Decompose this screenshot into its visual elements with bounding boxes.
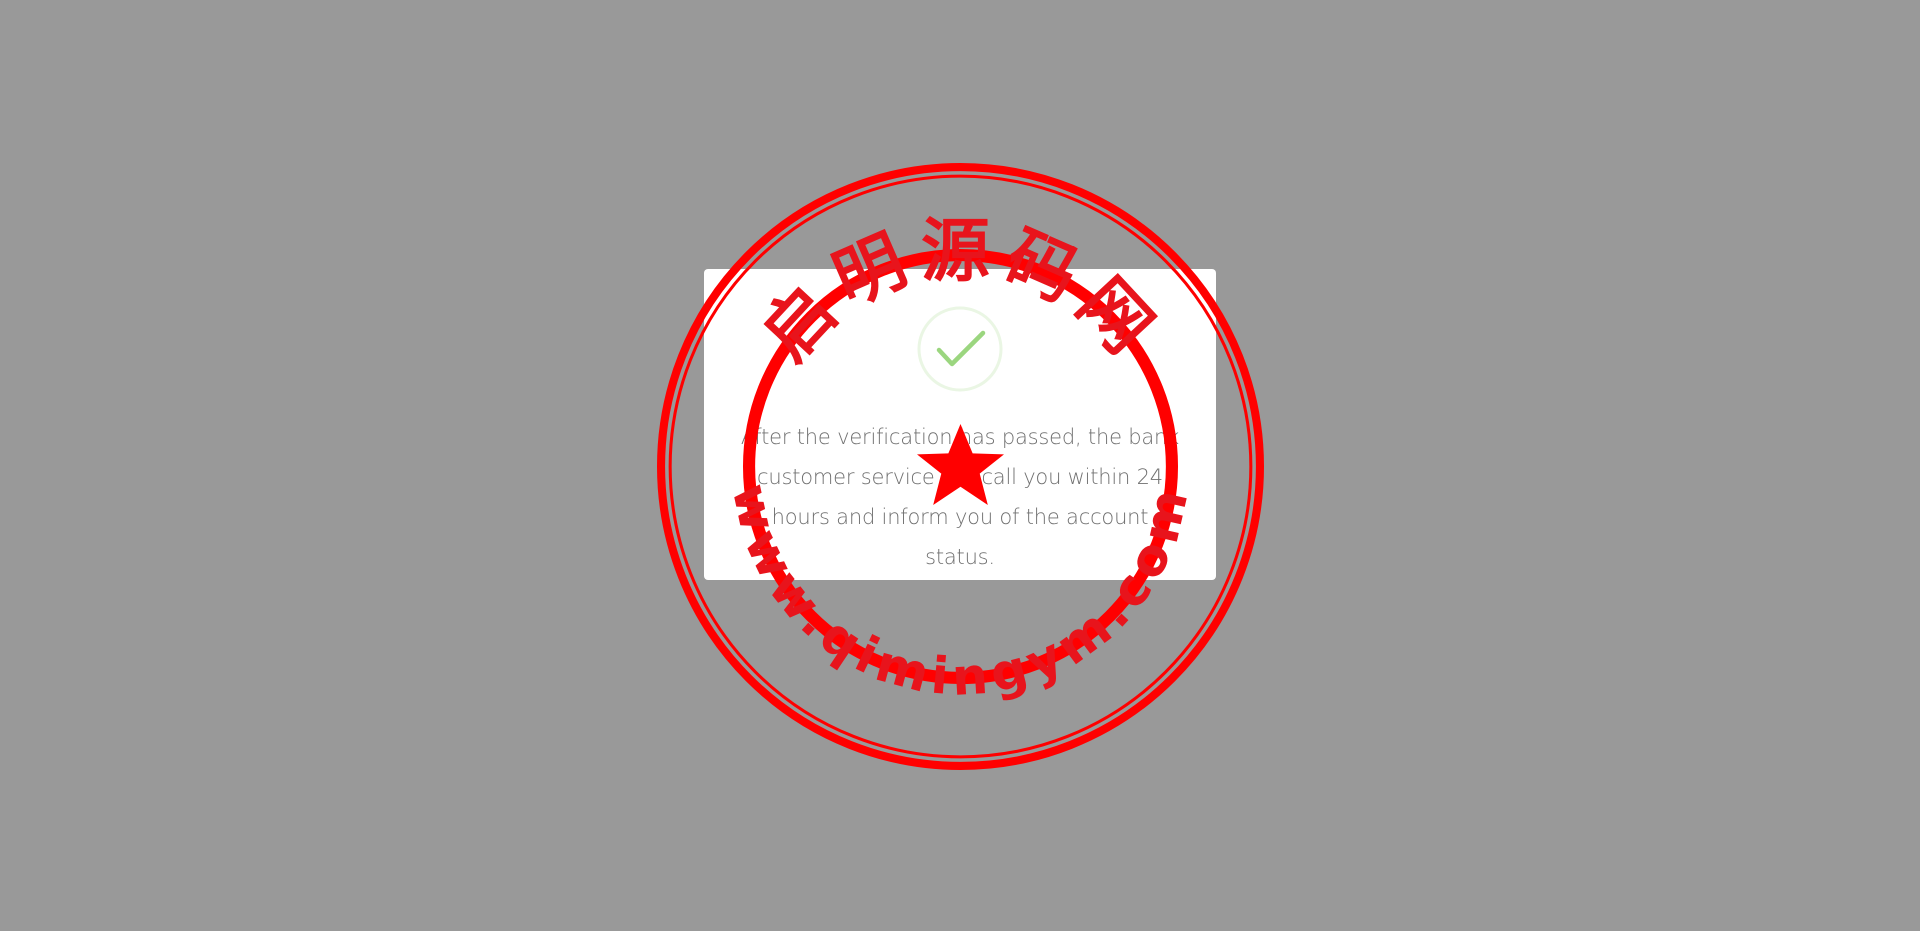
dialog-message: After the verification has passed, the b…: [740, 425, 1180, 569]
success-dialog: After the verification has passed, the b…: [704, 269, 1216, 580]
checkmark-circle-icon: [917, 306, 1003, 392]
